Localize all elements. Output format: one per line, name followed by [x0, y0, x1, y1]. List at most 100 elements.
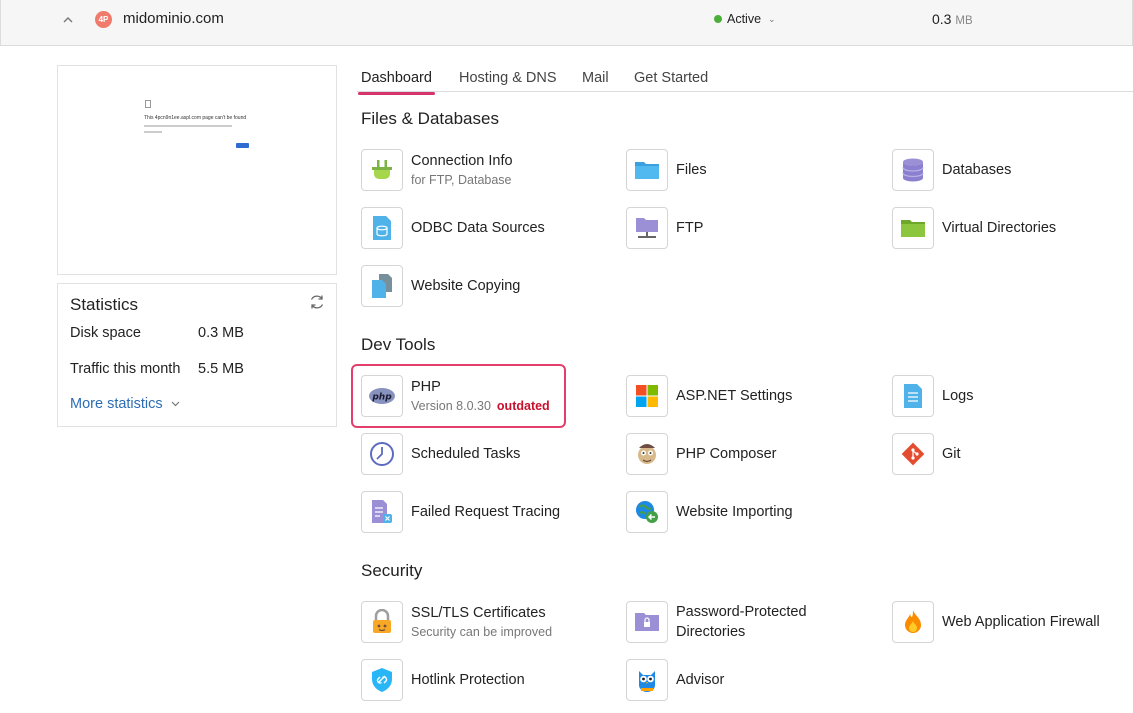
tool-ftp[interactable]: FTP: [626, 207, 703, 249]
log-file-icon: [892, 375, 934, 417]
status-label: Active: [727, 12, 762, 26]
statistics-panel: Statistics Disk space 0.3 MB Traffic thi…: [57, 283, 337, 427]
page-icon: [145, 100, 151, 108]
section-title-files: Files & Databases: [361, 109, 499, 128]
tool-label: SSL/TLS Certificates: [411, 605, 546, 621]
php-version: Version 8.0.30: [411, 399, 491, 413]
tool-ssl-certificates[interactable]: SSL/TLS Certificates Security can be imp…: [361, 601, 552, 643]
tool-label: Connection Info: [411, 153, 513, 169]
composer-icon: [626, 433, 668, 475]
copy-icon: [361, 265, 403, 307]
status-dot-icon: [714, 15, 722, 23]
domain-bar: 4P midominio.com Active ⌄ 0.3 MB: [0, 0, 1133, 46]
stat-label: Disk space: [70, 325, 141, 341]
disk-usage-value: 0.3: [932, 11, 952, 27]
site-preview-thumbnail[interactable]: This 4pcn9n1ee.aspl.com page can't be fo…: [57, 65, 337, 275]
tool-password-protected-directories[interactable]: Password-Protected Directories: [626, 601, 816, 643]
stat-label: Traffic this month: [70, 361, 181, 377]
git-icon: [892, 433, 934, 475]
tool-odbc[interactable]: ODBC Data Sources: [361, 207, 545, 249]
windows-logo-icon: [626, 375, 668, 417]
tool-git[interactable]: Git: [892, 433, 961, 475]
tool-failed-request-tracing[interactable]: Failed Request Tracing: [361, 491, 560, 533]
status-dropdown[interactable]: Active ⌄: [714, 12, 776, 26]
tool-label: FTP: [676, 220, 704, 236]
more-statistics-label: More statistics: [70, 396, 163, 412]
stat-value: 5.5 MB: [198, 361, 244, 377]
section-title-dev: Dev Tools: [361, 335, 436, 354]
folder-icon: [626, 149, 668, 191]
tab-bar: Dashboard Hosting & DNS Mail Get Started: [357, 62, 1133, 95]
tool-web-application-firewall[interactable]: Web Application Firewall: [892, 601, 1100, 643]
tracing-icon: [361, 491, 403, 533]
tool-logs[interactable]: Logs: [892, 375, 973, 417]
tab-mail[interactable]: Mail: [582, 70, 609, 86]
tool-label: ODBC Data Sources: [411, 220, 545, 236]
tool-php-composer[interactable]: PHP Composer: [626, 433, 776, 475]
green-folder-icon: [892, 207, 934, 249]
svg-text:php: php: [371, 393, 392, 403]
tool-databases[interactable]: Databases: [892, 149, 1011, 191]
globe-import-icon: [626, 491, 668, 533]
tool-aspnet-settings[interactable]: ASP.NET Settings: [626, 375, 792, 417]
tool-label: Git: [942, 446, 961, 462]
refresh-icon[interactable]: [308, 293, 326, 311]
tool-label: PHP Composer: [676, 446, 777, 462]
tool-advisor[interactable]: Advisor: [626, 659, 724, 701]
flame-icon: [892, 601, 934, 643]
stat-value: 0.3 MB: [198, 325, 244, 341]
stat-row-traffic: Traffic this month 5.5 MB: [70, 361, 244, 377]
tool-label: Website Copying: [411, 278, 521, 294]
tool-website-importing[interactable]: Website Importing: [626, 491, 793, 533]
outdated-badge: outdated: [496, 399, 550, 413]
section-title-security: Security: [361, 561, 423, 580]
stat-row-disk: Disk space 0.3 MB: [70, 325, 244, 341]
tool-label: Scheduled Tasks: [411, 446, 521, 462]
locked-folder-icon: [626, 601, 668, 643]
tool-label: Hotlink Protection: [411, 672, 525, 688]
tool-label: Web Application Firewall: [942, 614, 1100, 630]
preview-title: This 4pcn9n1ee.aspl.com page can't be fo…: [144, 115, 247, 121]
disk-usage-unit: MB: [955, 15, 973, 27]
lock-icon: [361, 601, 403, 643]
tool-sublabel: Security can be improved: [411, 625, 553, 639]
tool-label: Website Importing: [676, 504, 793, 520]
odbc-icon: [361, 207, 403, 249]
clock-icon: [361, 433, 403, 475]
domain-name[interactable]: midominio.com: [123, 10, 224, 27]
disk-usage: 0.3 MB: [932, 11, 973, 27]
domain-logo-icon: 4P: [95, 11, 112, 28]
tool-label: Failed Request Tracing: [411, 504, 561, 520]
tool-files[interactable]: Files: [626, 149, 707, 191]
tool-label: Virtual Directories: [942, 220, 1057, 236]
tool-website-copying[interactable]: Website Copying: [361, 265, 520, 307]
shield-icon: [361, 659, 403, 701]
collapse-chevron-icon[interactable]: [61, 12, 75, 26]
tool-connection-info[interactable]: Connection Info for FTP, Database: [361, 149, 513, 191]
tool-label: Databases: [942, 162, 1012, 178]
preview-line: [144, 131, 162, 133]
statistics-title: Statistics: [70, 295, 139, 314]
more-statistics-link[interactable]: More statistics: [70, 396, 180, 412]
tab-get-started[interactable]: Get Started: [634, 70, 708, 86]
owl-icon: [626, 659, 668, 701]
tool-sublabel: for FTP, Database: [411, 173, 512, 187]
plug-icon: [361, 149, 403, 191]
preview-line: [144, 125, 232, 127]
tool-hotlink-protection[interactable]: Hotlink Protection: [361, 659, 525, 701]
preview-button: [236, 143, 249, 148]
chevron-down-icon: [171, 401, 180, 407]
tool-label: Files: [676, 162, 707, 178]
tab-dashboard[interactable]: Dashboard: [358, 70, 435, 95]
tool-label: Password-Protected Directories: [676, 604, 807, 640]
tool-label: PHP: [411, 379, 441, 395]
tool-label: Advisor: [676, 672, 725, 688]
tool-label: Logs: [942, 388, 974, 404]
tool-php[interactable]: php PHP Version 8.0.30 outdated: [361, 375, 550, 417]
ftp-folder-icon: [626, 207, 668, 249]
chevron-down-icon: ⌄: [768, 13, 776, 24]
tool-virtual-directories[interactable]: Virtual Directories: [892, 207, 1056, 249]
tool-scheduled-tasks[interactable]: Scheduled Tasks: [361, 433, 520, 475]
tab-hosting-dns[interactable]: Hosting & DNS: [459, 70, 557, 86]
database-icon: [892, 149, 934, 191]
